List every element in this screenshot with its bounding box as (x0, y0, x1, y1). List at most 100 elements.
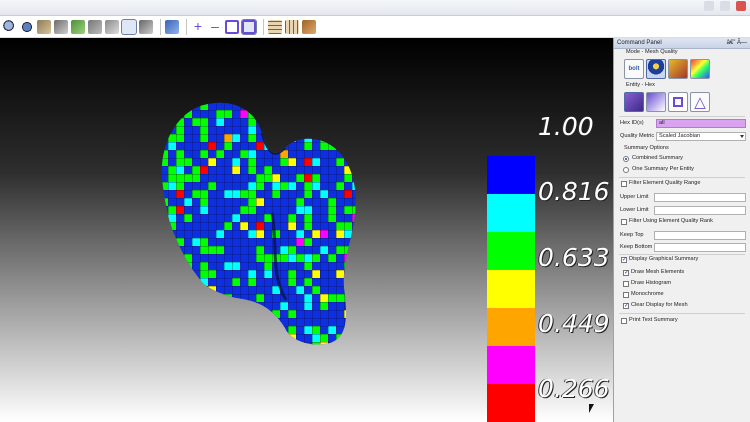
mesh-element (224, 334, 232, 342)
triangle-entity-icon[interactable]: △ (690, 92, 710, 112)
mesh-element (240, 326, 248, 334)
lower-limit-input[interactable] (654, 206, 746, 215)
command-panel-title: Command Panel (617, 40, 662, 46)
color-map-icon[interactable] (690, 59, 710, 79)
mesh-element (336, 142, 344, 150)
mesh-element (256, 110, 264, 118)
one-summary-radio[interactable] (623, 167, 629, 173)
cube-icon[interactable] (302, 19, 316, 34)
zoom-icon[interactable] (3, 19, 17, 34)
legend-color-band (487, 308, 535, 346)
person-mode-icon[interactable] (646, 59, 666, 79)
mesh-element (344, 102, 352, 110)
rotate-icon[interactable] (20, 19, 34, 34)
maximize-button[interactable] (720, 1, 730, 11)
close-button[interactable] (736, 1, 746, 11)
print-text-summary-label: Print Text Summary (629, 317, 678, 323)
legend-color-band (487, 232, 535, 270)
mesh-element (152, 294, 160, 302)
display-graphical-summary-label: Display Graphical Summary (629, 256, 699, 262)
mouse-cursor (589, 404, 599, 413)
select-icon[interactable] (121, 18, 137, 35)
mesh-element (352, 254, 356, 262)
combined-summary-label: Combined Summary (632, 155, 683, 161)
mesh-element (161, 334, 168, 342)
mesh-element (168, 278, 176, 286)
mesh-element (272, 126, 280, 134)
display-graphical-summary-checkbox[interactable]: ✓ (621, 257, 627, 263)
mesh-element (256, 318, 264, 326)
view-icon[interactable] (37, 19, 51, 34)
monochrome-checkbox[interactable] (623, 292, 629, 298)
mesh-element (200, 294, 208, 302)
mesh-element (288, 126, 296, 134)
tet-entity-icon[interactable] (646, 92, 666, 112)
mesh-element (312, 102, 320, 110)
combined-summary-radio[interactable] (623, 156, 629, 162)
mesh-element (336, 134, 344, 142)
mesh-element (168, 318, 176, 326)
keep-top-input[interactable] (654, 231, 746, 240)
minus-icon[interactable]: – (208, 19, 222, 34)
legend-color-band (487, 156, 535, 194)
mesh-element (152, 102, 160, 110)
plus-icon[interactable]: + (191, 19, 205, 34)
grid-icon[interactable] (268, 19, 282, 34)
draw-histogram-checkbox[interactable] (623, 281, 629, 287)
keep-bottom-input[interactable] (654, 243, 746, 252)
one-summary-label: One Summary Per Entity (632, 166, 694, 172)
face-entity-icon[interactable] (668, 92, 688, 112)
grid-icon[interactable] (285, 19, 299, 34)
legend-value-label: 1.00 (538, 112, 594, 141)
lower-limit-label: Lower Limit (620, 207, 649, 213)
minimize-button[interactable] (704, 1, 714, 11)
square-icon[interactable] (225, 19, 239, 34)
mesh-element (336, 118, 344, 126)
entity-label: Entity - Hex (626, 82, 655, 88)
mesh-element (184, 310, 192, 318)
mesh-element (352, 158, 356, 166)
mesh-element (176, 318, 184, 326)
mesh-element (240, 318, 248, 326)
quality-metric-value: Scaled Jacobian (659, 133, 701, 139)
panel-header-buttons[interactable]: â€” Ã— (727, 38, 747, 48)
cube-icon[interactable] (165, 19, 179, 34)
mesh-element (352, 278, 356, 286)
mesh-element (152, 150, 160, 158)
cube-icon[interactable] (88, 19, 102, 34)
mesh-element (224, 318, 232, 326)
hex-ids-input[interactable]: all (656, 119, 746, 128)
mesh-element (168, 286, 176, 294)
mesh-element (176, 94, 184, 102)
clear-display-checkbox[interactable]: ✓ (623, 303, 629, 309)
draw-mesh-elements-checkbox[interactable]: ✓ (623, 270, 629, 276)
mesh-element (256, 342, 264, 345)
select-icon[interactable] (139, 19, 153, 34)
hex-entity-icon[interactable] (624, 92, 644, 112)
square-icon[interactable] (241, 18, 257, 35)
cube-icon[interactable] (71, 19, 85, 34)
cube-icon[interactable] (105, 19, 119, 34)
mesh-element (176, 286, 184, 294)
mesh-element (352, 318, 356, 326)
graphics-viewport[interactable]: 1.00 0.816 0.633 0.449 0.266 (0, 38, 613, 422)
mesh-element (152, 238, 160, 246)
mesh-element (152, 286, 160, 294)
filter-quality-range-checkbox[interactable] (621, 181, 627, 187)
hex-ids-label: Hex ID(s) (620, 120, 644, 126)
command-panel: Command Panel â€” Ã— Mode - Mesh Quality… (613, 38, 750, 422)
legend-color-band (487, 346, 535, 384)
quality-metric-label: Quality Metric (620, 133, 655, 139)
mesh-element (152, 302, 160, 310)
mesh-quality-icon[interactable] (668, 59, 688, 79)
quality-metric-select[interactable]: Scaled Jacobian (656, 132, 746, 141)
filter-quality-rank-checkbox[interactable] (621, 219, 627, 225)
bolt-mode-icon[interactable]: bolt (624, 59, 644, 79)
mesh-element (288, 110, 296, 118)
summary-options-label: Summary Options (624, 145, 669, 151)
mesh-element (344, 150, 352, 158)
print-text-summary-checkbox[interactable] (621, 318, 627, 324)
upper-limit-input[interactable] (654, 193, 746, 202)
box-icon[interactable] (54, 19, 68, 34)
mesh-element (176, 318, 184, 326)
